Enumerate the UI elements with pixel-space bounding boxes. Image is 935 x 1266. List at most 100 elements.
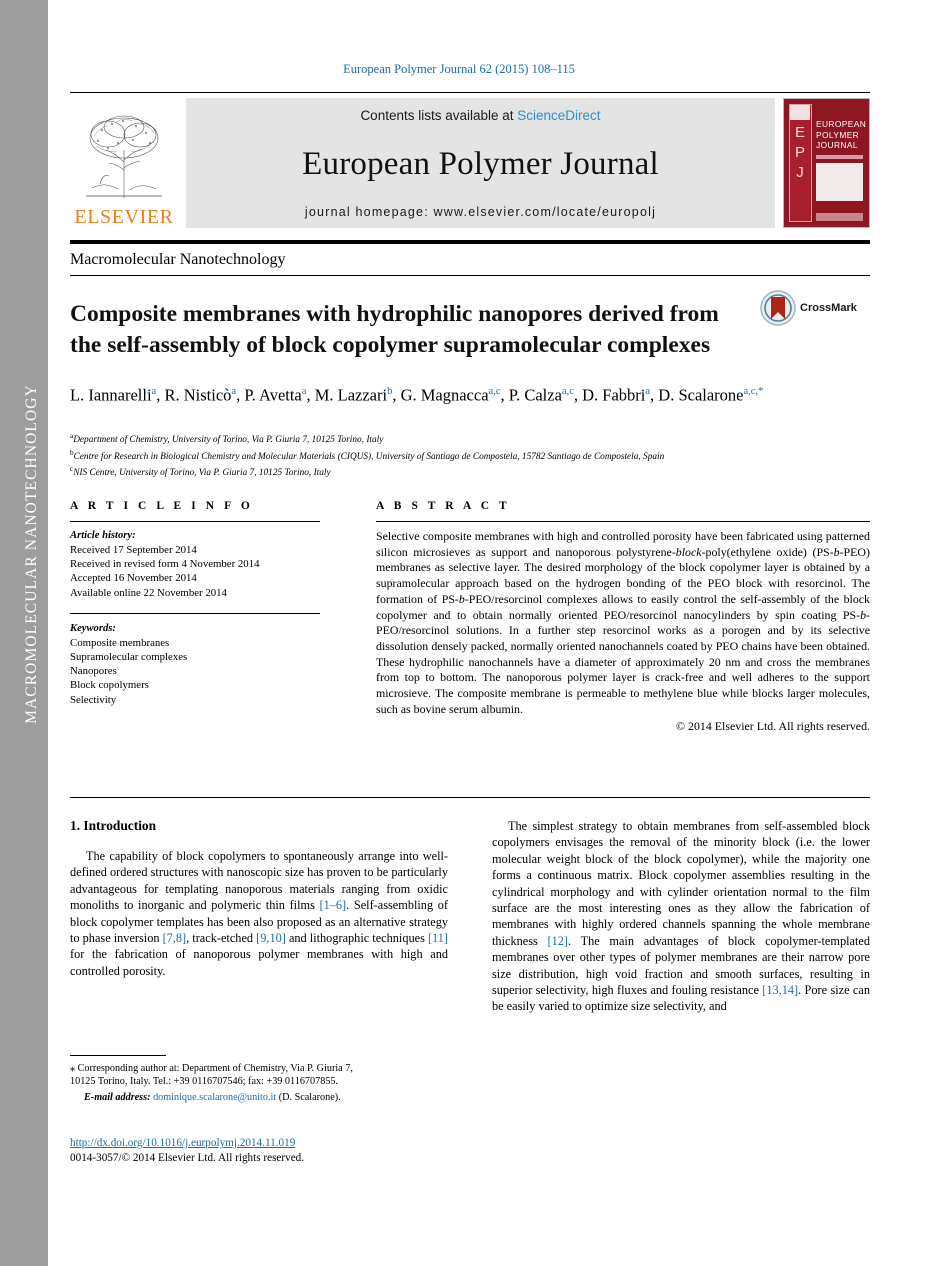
keyword-item: Selectivity xyxy=(70,693,117,706)
citation-reference-link[interactable]: [13,14] xyxy=(762,983,798,997)
citation-reference-link[interactable]: [7,8] xyxy=(163,931,187,945)
abstract-bottom-rule xyxy=(70,797,870,798)
journal-homepage-line[interactable]: journal homepage: www.elsevier.com/locat… xyxy=(305,205,656,219)
abstract-heading: A B S T R A C T xyxy=(376,500,511,512)
citation-reference-link[interactable]: [11] xyxy=(428,931,448,945)
article-history-label: Article history: xyxy=(70,530,136,541)
contents-available-line: Contents lists available at ScienceDirec… xyxy=(360,108,600,123)
corresponding-author-footnote: ⁎ Corresponding author at: Department of… xyxy=(70,1055,400,1104)
doi-link[interactable]: http://dx.doi.org/10.1016/j.eurpolymj.20… xyxy=(70,1136,430,1151)
email-address-link[interactable]: dominique.scalarone@unito.it xyxy=(153,1092,276,1103)
author-affiliation-marker: a xyxy=(231,386,237,397)
email-address-label: E-mail address: xyxy=(84,1091,151,1103)
vertical-running-head-bar: MACROMOLECULAR NANOTECHNOLOGY xyxy=(0,0,48,1266)
sciencedirect-link[interactable]: ScienceDirect xyxy=(517,108,600,123)
section-kicker: Macromolecular Nanotechnology xyxy=(70,251,286,268)
cover-chemical-structures-image xyxy=(816,163,863,201)
journal-cover-thumbnail: EPJ EUROPEAN POLYMER JOURNAL xyxy=(783,98,870,228)
contents-prefix: Contents lists available at xyxy=(360,108,518,123)
italic-term: b xyxy=(860,607,867,622)
affiliation-marker: b xyxy=(70,448,74,457)
introduction-paragraph-right: The simplest strategy to obtain membrane… xyxy=(492,819,870,1014)
journal-masthead: ELSEVIER Contents lists available at Sci… xyxy=(70,92,870,234)
affiliation-marker: a xyxy=(70,432,74,440)
masthead-bottom-rule xyxy=(70,240,870,244)
keyword-item: Block copolymers xyxy=(70,679,149,692)
author-affiliation-marker: a xyxy=(645,386,651,397)
citation-reference-link[interactable]: [9,10] xyxy=(256,931,286,945)
author-affiliation-marker: a,c xyxy=(561,386,574,397)
abstract-text: Selective composite membranes with high … xyxy=(376,529,870,716)
cover-footer-bar xyxy=(816,213,863,221)
author-name: M. Lazzari xyxy=(314,385,388,405)
author-name: R. Nisticò xyxy=(164,385,232,405)
journal-citation-running-head: European Polymer Journal 62 (2015) 108–1… xyxy=(343,62,575,76)
article-history-lines: Received 17 September 2014 Received in re… xyxy=(70,543,320,600)
elsevier-wordmark: ELSEVIER xyxy=(74,206,174,228)
article-info-rule xyxy=(70,521,320,522)
masthead-center-band: Contents lists available at ScienceDirec… xyxy=(186,98,775,228)
doi-copyright-block: http://dx.doi.org/10.1016/j.eurpolymj.20… xyxy=(70,1136,430,1166)
keywords-label: Keywords: xyxy=(70,622,116,634)
crossmark-badge[interactable]: CrossMark xyxy=(760,288,872,328)
footnote-line-1: ⁎ Corresponding author at: Department of… xyxy=(70,1063,353,1074)
page-title: Composite membranes with hydrophilic nan… xyxy=(70,300,719,358)
email-address-suffix: (D. Scalarone). xyxy=(276,1091,341,1103)
keyword-item: Supramolecular complexes xyxy=(70,651,188,664)
elsevier-tree-icon xyxy=(86,115,162,198)
journal-title: European Polymer Journal xyxy=(302,145,659,182)
author-name: G. Magnacca xyxy=(400,385,489,405)
cover-epj-letters: EPJ xyxy=(794,124,805,181)
author-affiliation-marker: b xyxy=(387,386,393,397)
italic-term: b xyxy=(833,544,840,559)
elsevier-logo: ELSEVIER xyxy=(70,98,178,228)
author-affiliation-marker: a xyxy=(301,386,307,397)
body-two-column-layout: 1. Introduction The capability of block … xyxy=(70,818,870,1015)
footnote-line-2: 10125 Torino, Italy. Tel.: +39 011670754… xyxy=(70,1076,339,1088)
article-info-column: A R T I C L E I N F O Article history: R… xyxy=(70,500,320,735)
article-history-item: Received in revised form 4 November 2014 xyxy=(70,558,260,571)
author-affiliation-marker: a,c,* xyxy=(743,386,764,397)
info-abstract-block: A R T I C L E I N F O Article history: R… xyxy=(70,500,870,735)
italic-term: b xyxy=(458,591,465,606)
body-column-left: 1. Introduction The capability of block … xyxy=(70,818,448,1015)
page-content: European Polymer Journal 62 (2015) 108–1… xyxy=(48,0,935,1266)
cover-subtitle-bar xyxy=(816,155,863,159)
crossmark-icon xyxy=(760,290,796,326)
affiliation-line: bCentre for Research in Biological Chemi… xyxy=(70,448,665,462)
author-name: D. Scalarone xyxy=(658,385,744,405)
keyword-item: Composite membranes xyxy=(70,636,170,649)
author-list: L. Iannarellia, R. Nisticòa, P. Avettaa,… xyxy=(70,385,764,405)
crossmark-label: CrossMark xyxy=(800,302,857,314)
abstract-copyright: © 2014 Elsevier Ltd. All rights reserved… xyxy=(676,719,870,734)
cover-title-text: EUROPEAN POLYMER JOURNAL xyxy=(816,119,867,150)
author-name: L. Iannarelli xyxy=(70,385,152,405)
article-info-heading: A R T I C L E I N F O xyxy=(70,500,254,512)
keywords-divider-rule xyxy=(70,612,320,614)
author-affiliation-marker: a xyxy=(151,386,157,397)
affiliation-list: aDepartment of Chemistry, University of … xyxy=(70,430,870,480)
article-history-item: Available online 22 November 2014 xyxy=(70,586,227,599)
vertical-running-head-label: MACROMOLECULAR NANOTECHNOLOGY xyxy=(23,384,40,724)
introduction-paragraph-left: The capability of block copolymers to sp… xyxy=(70,849,448,978)
article-history-item: Accepted 16 November 2014 xyxy=(70,572,197,585)
italic-term: block xyxy=(675,544,702,559)
author-name: D. Fabbri xyxy=(582,385,646,405)
footnote-rule xyxy=(70,1055,166,1056)
article-history-item: Received 17 September 2014 xyxy=(70,544,197,556)
author-name: P. Avetta xyxy=(244,385,302,405)
author-name: P. Calza xyxy=(508,385,562,405)
kicker-rule xyxy=(70,275,870,276)
abstract-rule xyxy=(376,521,870,522)
keyword-item: Nanopores xyxy=(70,665,117,678)
citation-reference-link[interactable]: [1–6] xyxy=(320,898,347,912)
body-column-right: The simplest strategy to obtain membrane… xyxy=(492,818,870,1015)
cover-elsevier-mark-icon xyxy=(790,105,810,120)
footnote-email-line: E-mail address: dominique.scalarone@unit… xyxy=(70,1091,400,1104)
issn-copyright-line: 0014-3057/© 2014 Elsevier Ltd. All right… xyxy=(70,1152,305,1164)
keyword-lines: Composite membranes Supramolecular comple… xyxy=(70,636,320,707)
affiliation-marker: c xyxy=(70,465,74,473)
abstract-column: A B S T R A C T Selective composite memb… xyxy=(376,500,870,735)
affiliation-line: aDepartment of Chemistry, University of … xyxy=(70,432,384,446)
citation-reference-link[interactable]: [12] xyxy=(548,934,569,948)
